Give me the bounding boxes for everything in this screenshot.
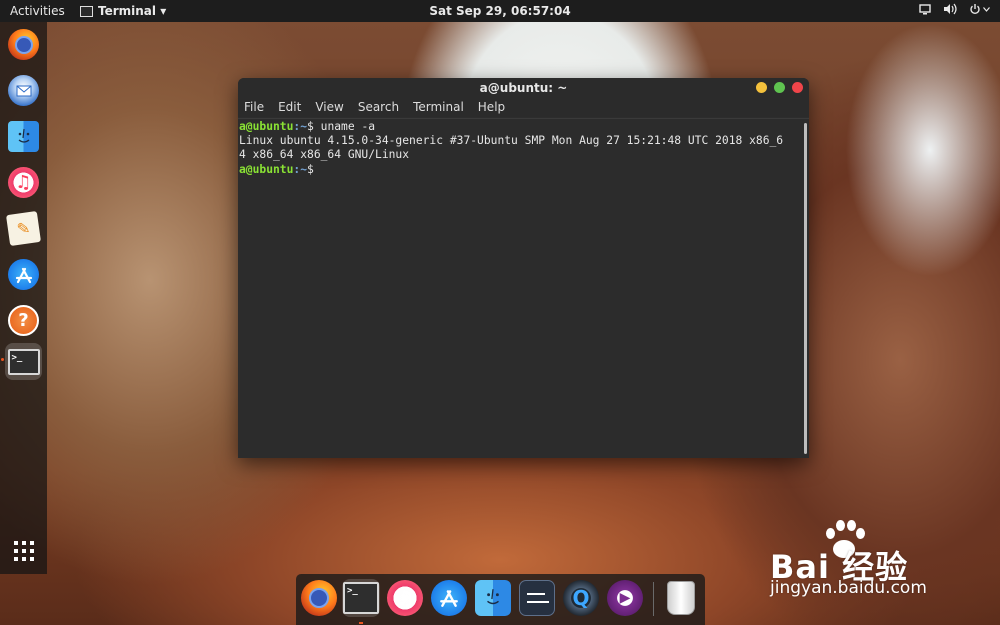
terminal-icon: >_ bbox=[343, 582, 379, 614]
bottom-dock: >_ ♫ Q ▶ bbox=[296, 574, 705, 625]
scrollbar[interactable] bbox=[804, 123, 807, 454]
bottom-dock-app-store[interactable] bbox=[430, 579, 468, 617]
running-indicator bbox=[359, 622, 363, 624]
terminal-area[interactable]: a@ubuntu:~$ uname -a Linux ubuntu 4.15.0… bbox=[238, 118, 809, 458]
output-line-1: Linux ubuntu 4.15.0-34-generic #37-Ubunt… bbox=[239, 134, 784, 148]
prompt-symbol-2: $ bbox=[307, 162, 314, 176]
bottom-dock-finder[interactable] bbox=[474, 579, 512, 617]
menu-view[interactable]: View bbox=[315, 98, 343, 117]
window-titlebar[interactable]: a@ubuntu: ~ bbox=[238, 78, 809, 98]
volume-icon[interactable] bbox=[943, 3, 957, 15]
watermark-url: jingyan.baidu.com bbox=[770, 578, 927, 598]
menu-terminal[interactable]: Terminal bbox=[413, 98, 464, 117]
settings-icon bbox=[519, 580, 555, 616]
terminal-icon: >_ bbox=[7, 348, 40, 375]
menu-bar: File Edit View Search Terminal Help bbox=[238, 98, 809, 117]
bottom-dock-firefox[interactable] bbox=[300, 579, 338, 617]
pages-icon: ✎ bbox=[5, 210, 42, 247]
dock-help[interactable]: ? bbox=[5, 302, 42, 339]
dock-finder[interactable] bbox=[5, 118, 42, 155]
output-line-2: 4 x86_64 x86_64 GNU/Linux bbox=[239, 148, 410, 162]
top-bar: Activities Terminal ▾ Sat Sep 29, 06:57:… bbox=[0, 0, 1000, 22]
terminal-window[interactable]: a@ubuntu: ~ File Edit View Search Termin… bbox=[238, 78, 809, 458]
app-store-icon bbox=[431, 580, 467, 616]
running-indicator bbox=[1, 358, 4, 361]
clock[interactable]: Sat Sep 29, 06:57:04 bbox=[0, 4, 1000, 18]
window-title: a@ubuntu: ~ bbox=[479, 81, 568, 95]
chevron-down-icon bbox=[983, 6, 990, 12]
prompt-line-2: a@ubuntu:~$ bbox=[239, 163, 314, 176]
dock: ♫ ✎ ? >_ bbox=[0, 22, 47, 574]
finder-icon bbox=[8, 121, 39, 152]
maximize-button[interactable] bbox=[774, 82, 785, 93]
menu-edit[interactable]: Edit bbox=[278, 98, 301, 117]
window-controls bbox=[756, 82, 803, 93]
firefox-icon bbox=[301, 580, 337, 616]
dock-separator bbox=[653, 582, 654, 616]
prompt-path-2: :~ bbox=[293, 162, 308, 176]
dock-pages[interactable]: ✎ bbox=[5, 210, 42, 247]
thunderbird-icon bbox=[8, 75, 39, 106]
finder-icon bbox=[475, 580, 511, 616]
prompt-user-2: a@ubuntu bbox=[239, 162, 294, 176]
prompt-path: :~ bbox=[293, 120, 308, 133]
screen-icon[interactable] bbox=[919, 3, 931, 15]
system-tray[interactable] bbox=[919, 3, 990, 15]
bottom-dock-settings[interactable] bbox=[518, 579, 556, 617]
dock-terminal[interactable]: >_ bbox=[5, 343, 42, 380]
show-applications-icon bbox=[8, 535, 39, 566]
firefox-icon bbox=[8, 29, 39, 60]
power-icon[interactable] bbox=[969, 3, 990, 15]
menu-file[interactable]: File bbox=[244, 98, 264, 117]
quicktime-icon: Q bbox=[563, 580, 599, 616]
minimize-button[interactable] bbox=[756, 82, 767, 93]
trash-icon bbox=[667, 581, 695, 615]
itunes-icon: ♫ bbox=[8, 167, 39, 198]
app-store-icon bbox=[8, 259, 39, 290]
command-text: uname -a bbox=[313, 120, 376, 133]
bottom-dock-media-player[interactable]: ▶ bbox=[606, 579, 644, 617]
prompt-user: a@ubuntu bbox=[239, 120, 294, 133]
bottom-dock-itunes[interactable]: ♫ bbox=[386, 579, 424, 617]
media-player-icon: ▶ bbox=[607, 580, 643, 616]
dock-thunderbird[interactable] bbox=[5, 72, 42, 109]
bottom-dock-quicktime[interactable]: Q bbox=[562, 579, 600, 617]
bottom-dock-trash[interactable] bbox=[662, 579, 700, 617]
dock-app-store[interactable] bbox=[5, 256, 42, 293]
menu-search[interactable]: Search bbox=[358, 98, 399, 117]
baidu-watermark: Bai 经验 jingyan.baidu.com bbox=[770, 520, 1000, 620]
dock-itunes[interactable]: ♫ bbox=[5, 164, 42, 201]
terminal-output: a@ubuntu:~$ uname -a Linux ubuntu 4.15.0… bbox=[239, 120, 799, 177]
dock-firefox[interactable] bbox=[5, 26, 42, 63]
menu-help[interactable]: Help bbox=[478, 98, 505, 117]
prompt-line: a@ubuntu:~$ uname -a bbox=[239, 120, 375, 133]
prompt-symbol: $ bbox=[307, 120, 314, 133]
show-applications-button[interactable] bbox=[5, 532, 42, 569]
bottom-dock-terminal[interactable]: >_ bbox=[342, 579, 380, 617]
itunes-icon: ♫ bbox=[387, 580, 423, 616]
help-icon: ? bbox=[8, 305, 39, 336]
close-button[interactable] bbox=[792, 82, 803, 93]
